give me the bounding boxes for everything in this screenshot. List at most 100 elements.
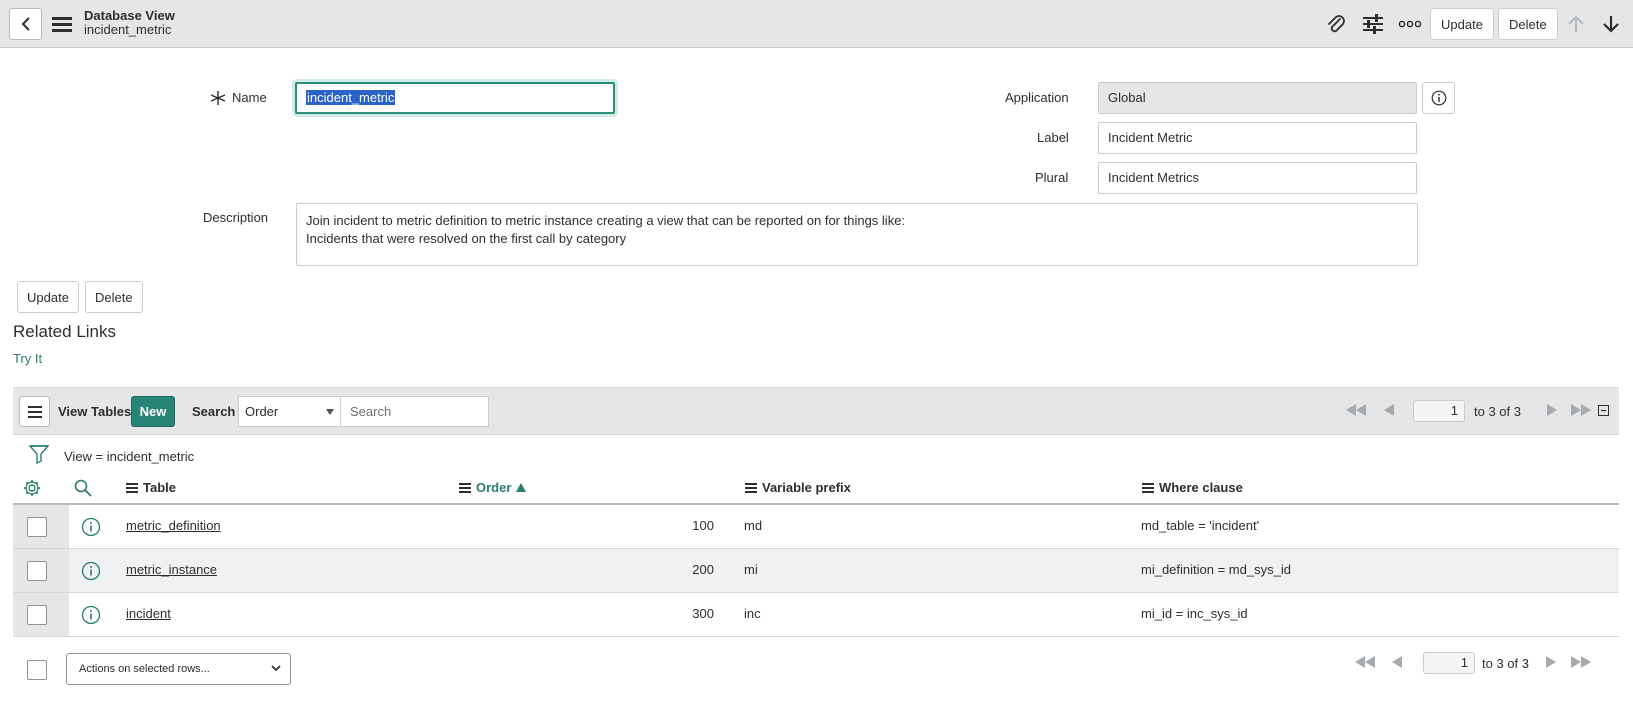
description-field[interactable]: Join incident to metric definition to me… [296, 203, 1418, 266]
collapse-icon [1598, 405, 1609, 416]
name-value: incident_metric [306, 90, 396, 105]
back-button[interactable] [9, 8, 42, 40]
footer-page-range-text: to 3 of 3 [1482, 656, 1529, 671]
list-menu-button[interactable] [19, 396, 50, 427]
sort-ascending-icon [516, 483, 527, 492]
row-where-clause: mi_id = inc_sys_id [1141, 606, 1248, 621]
paperclip-icon [1328, 15, 1345, 33]
row-select-cell [13, 505, 69, 548]
arrow-down-icon [1603, 16, 1619, 33]
info-icon[interactable] [81, 605, 101, 625]
more-options-button[interactable] [1398, 12, 1422, 36]
info-icon [1431, 90, 1446, 106]
footer-last-page-button[interactable] [1569, 656, 1593, 668]
sliders-icon [1363, 14, 1383, 34]
gear-icon[interactable] [23, 479, 41, 497]
filter-breadcrumb[interactable]: View = incident_metric [64, 449, 194, 464]
column-header-variable-prefix-label: Variable prefix [762, 480, 851, 495]
row-table-link[interactable]: incident [126, 606, 171, 621]
column-header-where-clause[interactable]: Where clause [1142, 480, 1243, 495]
list-title: View Tables [58, 404, 132, 419]
form-update-button[interactable]: Update [17, 281, 79, 313]
row-order: 200 [692, 562, 714, 577]
footer-first-page-button[interactable] [1353, 656, 1377, 668]
row-order: 100 [692, 518, 714, 533]
last-page-button[interactable] [1569, 404, 1593, 416]
previous-record-button[interactable] [1564, 12, 1588, 36]
header-delete-button[interactable]: Delete [1498, 8, 1558, 40]
row-table-link[interactable]: metric_instance [126, 562, 217, 577]
row-checkbox[interactable] [27, 517, 47, 537]
new-button[interactable]: New [131, 396, 175, 427]
select-all-checkbox[interactable] [27, 660, 47, 680]
back-arrow-icon [21, 17, 30, 31]
arrow-up-icon [1568, 15, 1584, 32]
next-page-icon [1546, 656, 1556, 668]
label-field[interactable]: Incident Metric [1098, 122, 1417, 154]
column-header-table[interactable]: Table [126, 480, 176, 495]
search-field-value: Order [245, 404, 279, 419]
next-record-button[interactable] [1599, 12, 1623, 36]
filter-icon[interactable] [28, 443, 50, 465]
row-checkbox[interactable] [27, 561, 47, 581]
row-select-cell [13, 593, 69, 636]
mandatory-icon [211, 91, 225, 105]
info-icon[interactable] [81, 517, 101, 537]
plural-field[interactable]: Incident Metrics [1098, 162, 1417, 194]
search-label: Search [192, 404, 236, 419]
form-delete-button[interactable]: Delete [85, 281, 143, 313]
header-update-button[interactable]: Update [1430, 8, 1494, 40]
first-page-icon [1346, 404, 1366, 416]
row-checkbox[interactable] [27, 605, 47, 625]
try-it-link[interactable]: Try It [13, 351, 42, 366]
footer-next-page-button[interactable] [1545, 656, 1557, 668]
footer-page-number-input[interactable]: 1 [1423, 652, 1475, 674]
first-page-button[interactable] [1344, 404, 1368, 416]
search-field-select[interactable]: Order [238, 396, 341, 427]
caret-down-icon [326, 409, 334, 415]
row-variable-prefix: inc [744, 606, 761, 621]
attachment-button[interactable] [1324, 12, 1348, 36]
next-page-icon [1547, 404, 1557, 416]
column-menu-icon [1142, 482, 1154, 493]
menu-icon[interactable] [52, 14, 72, 34]
info-icon[interactable] [81, 561, 101, 581]
column-menu-icon [459, 482, 471, 493]
header-titles: Database View incident_metric [84, 9, 175, 37]
column-header-where-clause-label: Where clause [1159, 480, 1243, 495]
label-label: Label [1037, 130, 1069, 145]
search-icon[interactable] [74, 479, 92, 497]
collapse-list-button[interactable] [1598, 405, 1609, 416]
page-range-text: to 3 of 3 [1474, 404, 1521, 419]
description-line-2: Incidents that were resolved on the firs… [306, 231, 627, 246]
application-field: Global [1098, 82, 1417, 114]
related-links-title: Related Links [13, 322, 117, 341]
column-header-order-label: Order [476, 480, 512, 495]
next-page-button[interactable] [1546, 404, 1558, 416]
row-variable-prefix: md [744, 518, 763, 533]
column-header-variable-prefix[interactable]: Variable prefix [745, 480, 851, 495]
record-name: incident_metric [84, 22, 172, 37]
name-field[interactable]: incident_metric [295, 82, 615, 114]
row-where-clause: mi_definition = md_sys_id [1141, 562, 1291, 577]
actions-select[interactable]: Actions on selected rows... [66, 653, 291, 685]
prev-page-icon [1392, 656, 1402, 668]
personalize-button[interactable] [1361, 12, 1385, 36]
search-input[interactable] [340, 396, 489, 427]
prev-page-button[interactable] [1383, 404, 1395, 416]
application-info-button[interactable] [1422, 82, 1455, 114]
footer-prev-page-button[interactable] [1391, 656, 1403, 668]
menu-icon [27, 405, 42, 418]
name-label: Name [232, 90, 267, 105]
actions-select-value: Actions on selected rows... [79, 663, 210, 675]
table-row: metric_definition 100 md md_table = 'inc… [13, 505, 1619, 549]
page-number-input[interactable]: 1 [1413, 400, 1465, 422]
page-title: Database View [84, 8, 175, 23]
row-table-link[interactable]: metric_definition [126, 518, 221, 533]
row-order: 300 [692, 606, 714, 621]
column-header-order[interactable]: Order [459, 480, 527, 495]
first-page-icon [1355, 656, 1375, 668]
column-menu-icon [745, 482, 757, 493]
row-select-cell [13, 549, 69, 592]
row-variable-prefix: mi [744, 562, 758, 577]
